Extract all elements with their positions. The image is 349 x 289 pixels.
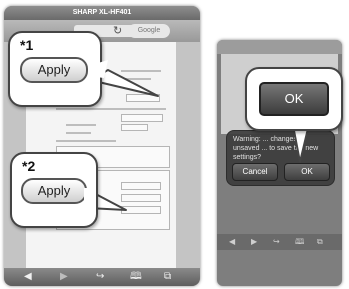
reload-icon[interactable]: ↻ bbox=[113, 25, 122, 37]
ok-callout-tail-cover bbox=[292, 121, 310, 129]
right-top-bar bbox=[217, 40, 342, 54]
forward-arrow-icon[interactable]: ▶ bbox=[251, 236, 257, 248]
share-icon[interactable]: ↪ bbox=[273, 236, 280, 248]
tabs-icon[interactable]: ⧉ bbox=[317, 236, 323, 248]
bookmarks-icon[interactable]: 🕮 bbox=[130, 270, 142, 284]
text-line bbox=[66, 132, 91, 134]
back-arrow-icon[interactable]: ◀ bbox=[24, 270, 32, 284]
page-margin-right bbox=[176, 42, 200, 268]
form-field[interactable] bbox=[121, 114, 163, 122]
back-arrow-icon[interactable]: ◀ bbox=[229, 236, 235, 248]
browser-title: SHARP XL-HF401 bbox=[4, 6, 200, 20]
ok-button-zoomed[interactable]: OK bbox=[259, 82, 329, 116]
callout-2-marker: *2 bbox=[22, 158, 36, 174]
text-line bbox=[66, 124, 96, 126]
apply-button-2[interactable]: Apply bbox=[21, 178, 87, 204]
bookmarks-icon[interactable]: 🕮 bbox=[295, 236, 304, 248]
forward-arrow-icon[interactable]: ▶ bbox=[60, 270, 68, 284]
section-divider bbox=[56, 108, 166, 110]
apply-button-1[interactable]: Apply bbox=[20, 57, 88, 83]
callout-2-tail-cover bbox=[84, 188, 94, 206]
section-heading bbox=[56, 140, 116, 142]
form-field[interactable] bbox=[121, 124, 148, 131]
right-browser-toolbar: ◀ ▶ ↪ 🕮 ⧉ bbox=[217, 234, 342, 250]
search-input[interactable]: Google bbox=[128, 24, 170, 38]
browser-toolbar: ◀ ▶ ↪ 🕮 ⧉ bbox=[4, 268, 200, 286]
share-icon[interactable]: ↪ bbox=[96, 270, 104, 284]
callout-1-tail-cover bbox=[88, 60, 108, 78]
tabs-icon[interactable]: ⧉ bbox=[164, 270, 171, 284]
cancel-button[interactable]: Cancel bbox=[232, 163, 278, 181]
callout-1-marker: *1 bbox=[20, 37, 34, 53]
